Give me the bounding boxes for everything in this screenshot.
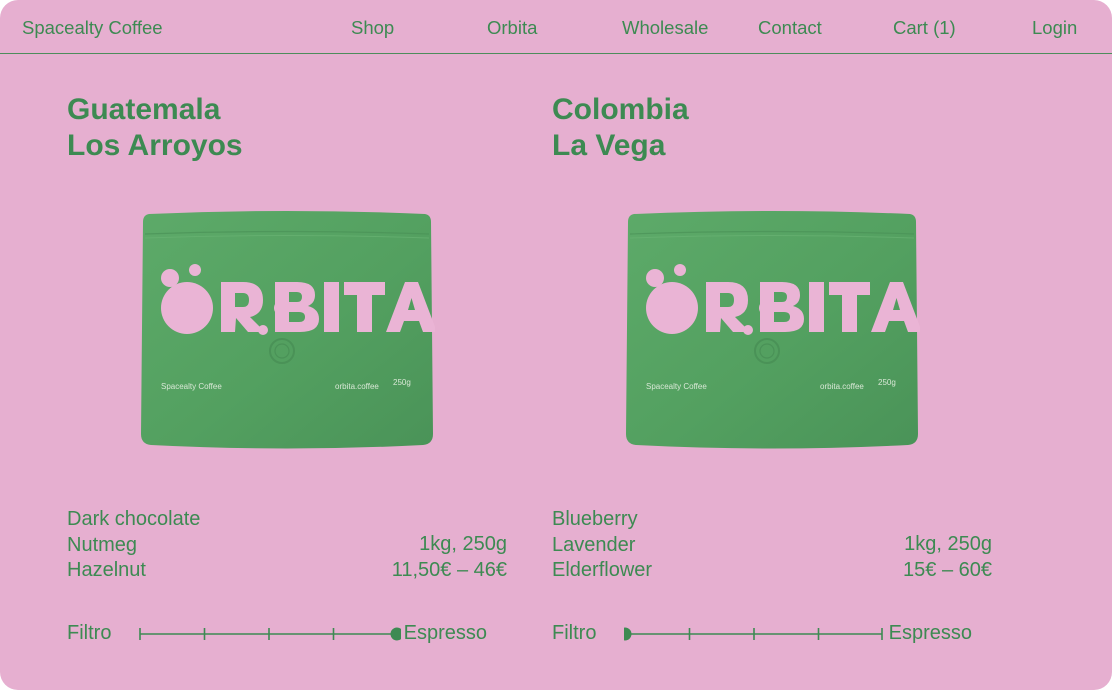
coffee-bag-image[interactable]: Spacealty Coffee orbita.coffee 250g: [139, 208, 435, 452]
roast-slider[interactable]: [624, 624, 886, 644]
tasting-note: Lavender: [552, 533, 636, 556]
tasting-notes: Blueberry Lavender Elderflower: [552, 507, 652, 584]
bag-weight-text: 250g: [878, 378, 896, 387]
product-farm: Los Arroyos: [67, 129, 243, 162]
bag-site-text: orbita.coffee: [820, 382, 864, 391]
roast-slider[interactable]: [139, 624, 401, 644]
product-title: Guatemala Los Arroyos: [67, 92, 507, 164]
tasting-note: Hazelnut: [67, 559, 146, 581]
tasting-note: Dark chocolate: [67, 508, 201, 530]
nav-login-link[interactable]: Login: [1032, 17, 1077, 39]
tasting-note: Nutmeg: [67, 533, 138, 556]
product-specs: 1kg, 250g 11,50€ – 46€: [392, 532, 507, 583]
bag-weight-text: 250g: [393, 378, 411, 387]
product-sizes: 1kg, 250g: [419, 533, 507, 555]
roast-label-filtro: Filtro: [552, 622, 597, 644]
product-card-colombia[interactable]: Colombia La Vega Spacealty Coffee orbita…: [552, 0, 1012, 690]
product-origin: Colombia: [552, 93, 689, 126]
product-farm: La Vega: [552, 129, 666, 162]
tasting-note: Blueberry: [552, 508, 638, 530]
tasting-notes: Dark chocolate Nutmeg Hazelnut: [67, 507, 200, 584]
roast-slider-handle[interactable]: [624, 627, 632, 641]
product-origin: Guatemala: [67, 93, 221, 126]
bag-site-text: orbita.coffee: [335, 382, 379, 391]
coffee-bag-image[interactable]: Spacealty Coffee orbita.coffee 250g: [624, 208, 920, 452]
product-sizes: 1kg, 250g: [904, 533, 992, 555]
roast-profile: Filtro Espresso: [67, 620, 507, 646]
product-specs: 1kg, 250g 15€ – 60€: [903, 532, 992, 583]
page-frame: Spacealty Coffee Shop Orbita Wholesale C…: [0, 0, 1112, 690]
product-price: 15€ – 60€: [903, 558, 992, 581]
bag-brand-text: Spacealty Coffee: [161, 382, 222, 391]
product-price: 11,50€ – 46€: [391, 558, 507, 581]
tasting-note: Elderflower: [552, 559, 653, 581]
roast-profile: Filtro Espresso: [552, 620, 992, 646]
roast-label-espresso: Espresso: [888, 622, 972, 644]
product-card-guatemala[interactable]: Guatemala Los Arroyos Spacealty Coffee o…: [67, 0, 527, 690]
product-title: Colombia La Vega: [552, 92, 992, 164]
roast-label-filtro: Filtro: [67, 622, 112, 644]
roast-slider-handle[interactable]: [390, 627, 402, 641]
roast-label-espresso: Espresso: [403, 622, 487, 644]
bag-brand-text: Spacealty Coffee: [646, 382, 707, 391]
